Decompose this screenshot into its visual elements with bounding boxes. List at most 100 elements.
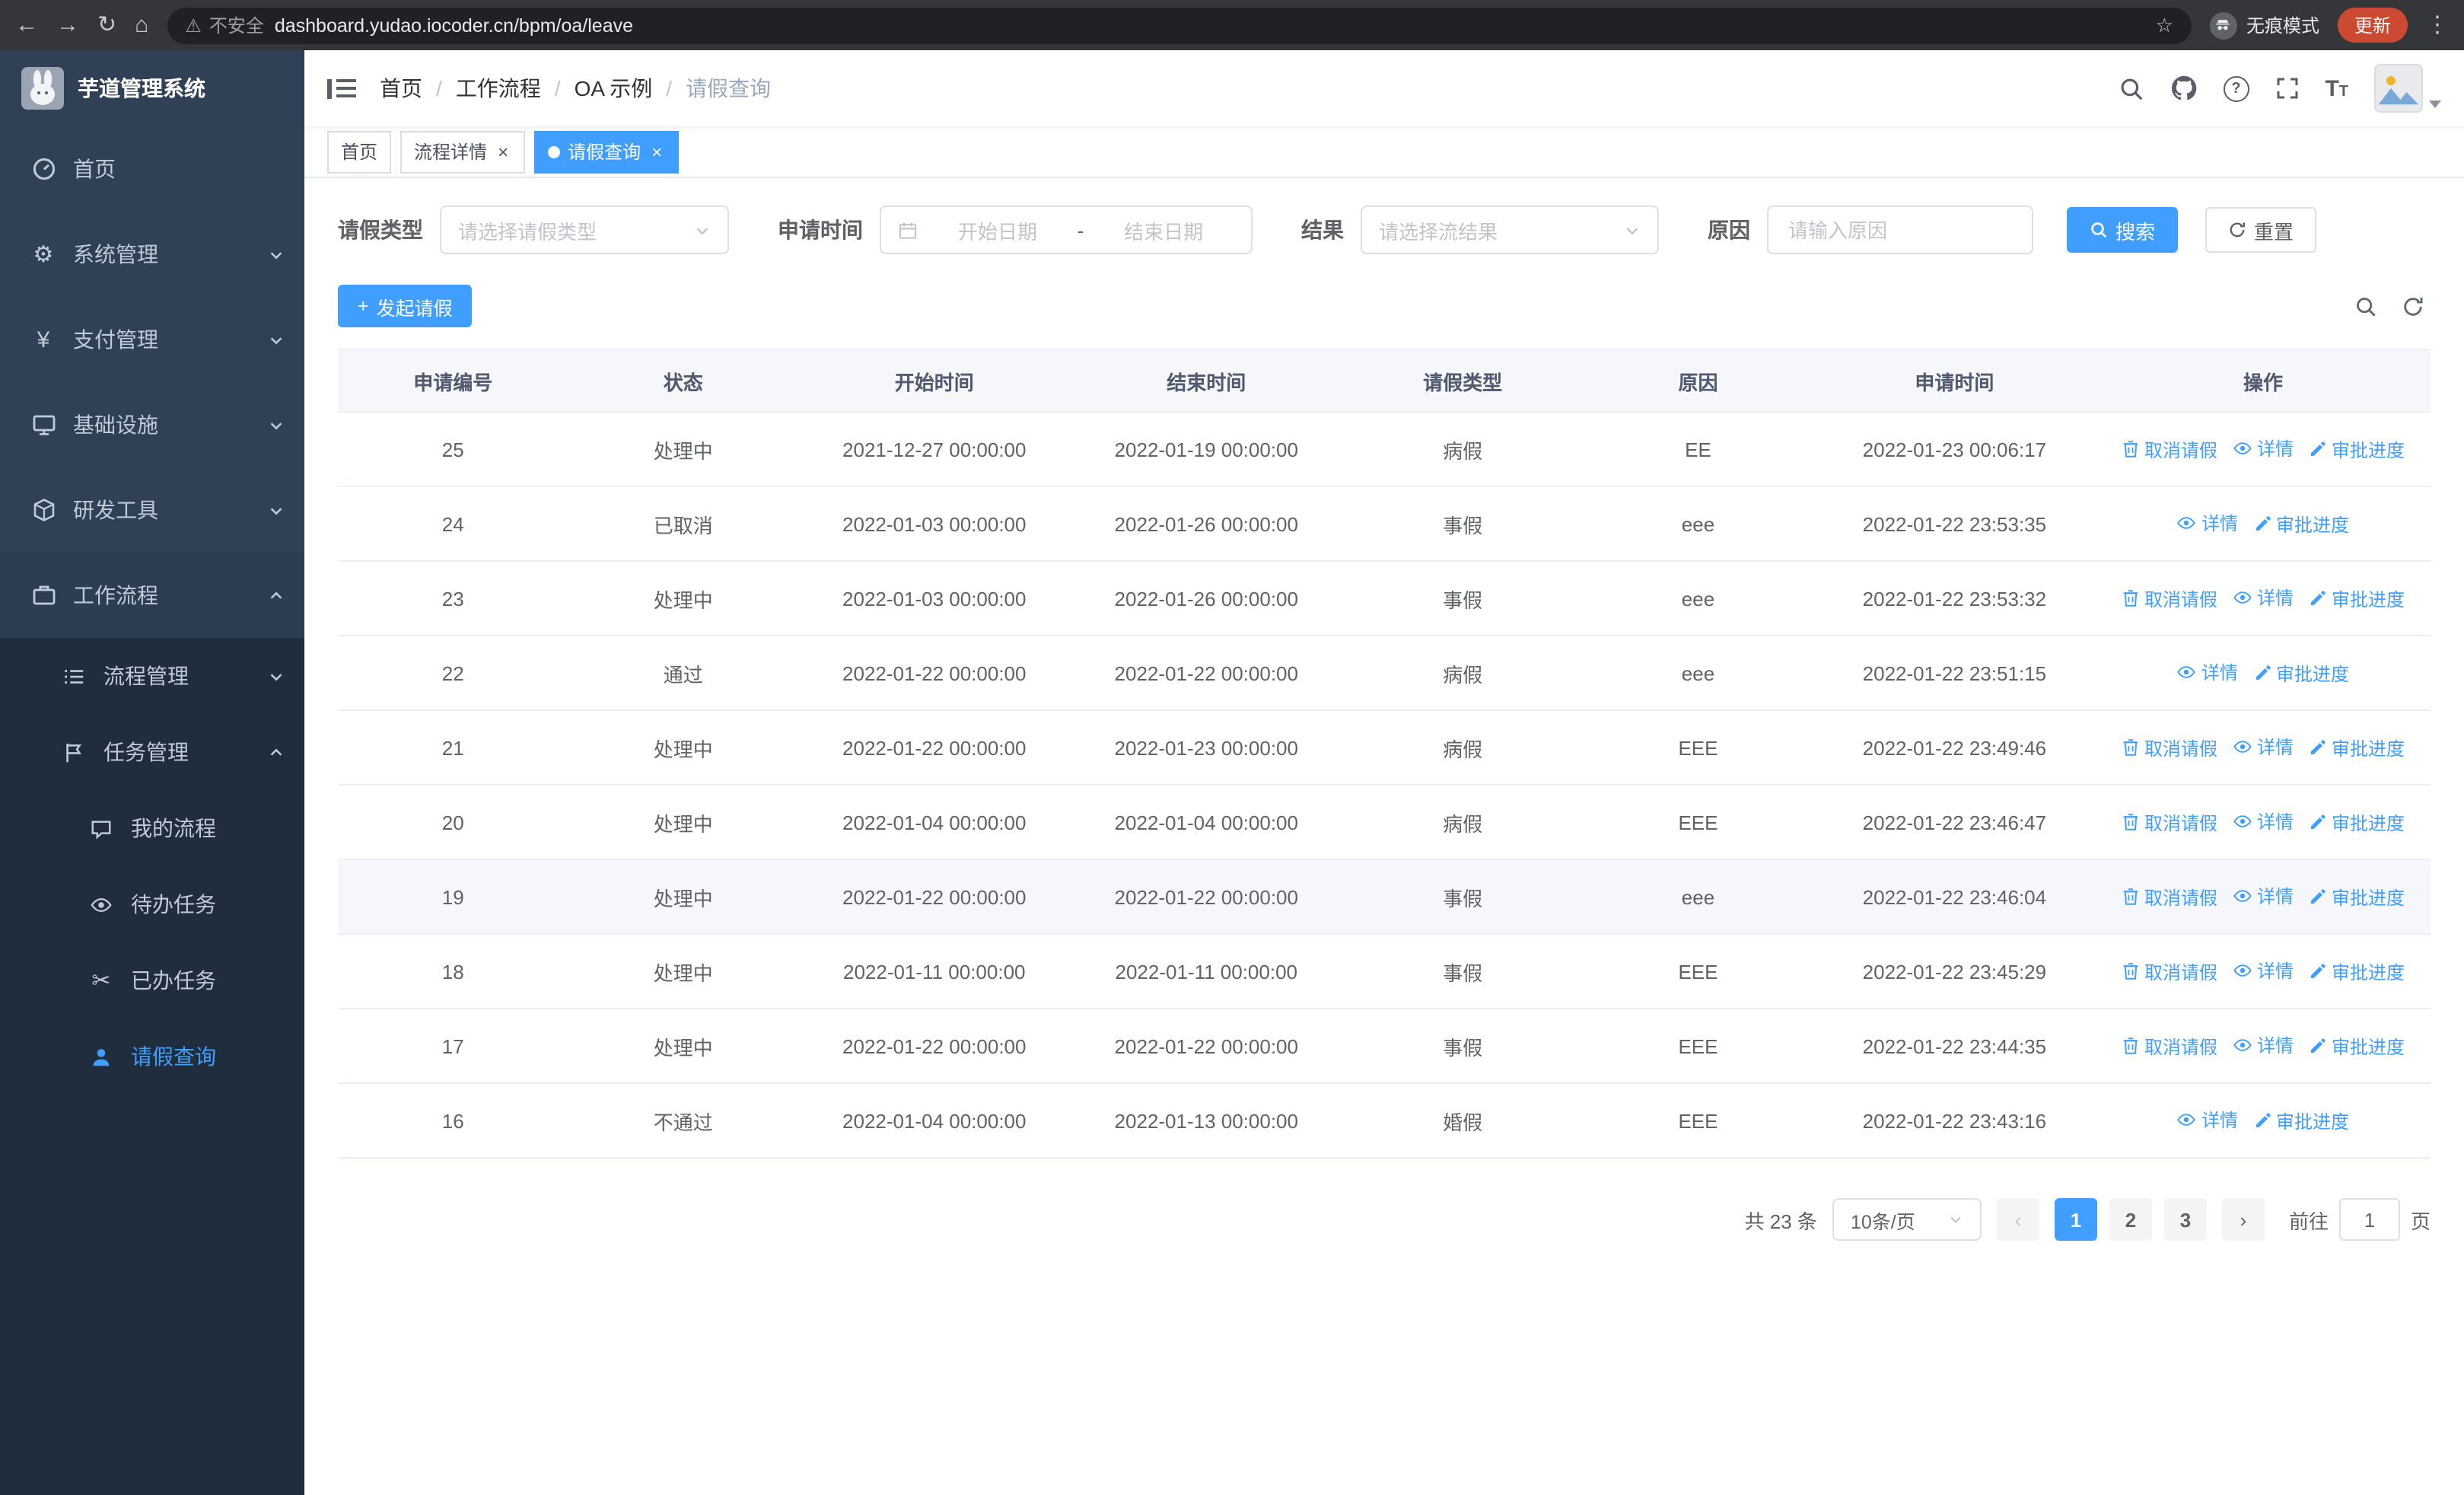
avatar[interactable] <box>2374 64 2423 113</box>
date-start-placeholder[interactable]: 开始日期 <box>927 215 1068 244</box>
sidebar-item-system[interactable]: ⚙ 系统管理 <box>0 212 304 297</box>
reason-input[interactable] <box>1785 217 2015 243</box>
tag-home[interactable]: 首页 <box>327 130 392 173</box>
cell-start-time: 2022-01-22 00:00:00 <box>798 710 1071 786</box>
tag-leave-query[interactable]: 请假查询 × <box>534 130 680 173</box>
action-cancel-link[interactable]: 取消请假 <box>2122 585 2217 611</box>
edit-icon <box>2309 888 2327 906</box>
page-button-3[interactable]: 3 <box>2163 1198 2207 1241</box>
page-button-1[interactable]: 1 <box>2054 1198 2097 1241</box>
action-detail-link[interactable]: 详情 <box>2233 734 2294 760</box>
search-icon[interactable] <box>2118 75 2144 101</box>
action-progress-link[interactable]: 审批进度 <box>2309 809 2405 835</box>
browser-back-icon[interactable]: ← <box>15 14 38 37</box>
reset-button[interactable]: 重置 <box>2205 207 2317 253</box>
sidebar-item-devtools[interactable]: 研发工具 <box>0 467 304 553</box>
breadcrumb-workflow[interactable]: 工作流程 <box>456 73 541 104</box>
browser-menu-icon[interactable]: ⋮ <box>2426 14 2449 37</box>
action-detail-link[interactable]: 详情 <box>2177 659 2238 685</box>
action-label: 详情 <box>2201 513 2238 534</box>
date-end-placeholder[interactable]: 结束日期 <box>1093 215 1234 244</box>
cell-id: 16 <box>338 1083 568 1159</box>
sidebar-item-my-process[interactable]: 我的流程 <box>0 790 304 866</box>
github-icon[interactable] <box>2170 75 2197 102</box>
action-label: 详情 <box>2201 662 2238 684</box>
action-cancel-link[interactable]: 取消请假 <box>2122 436 2217 462</box>
cell-reason: EEE <box>1583 785 1813 860</box>
bookmark-star-icon[interactable]: ☆ <box>2156 13 2173 37</box>
action-progress-link[interactable]: 审批进度 <box>2309 735 2405 760</box>
action-progress-link[interactable]: 审批进度 <box>2309 436 2405 462</box>
sidebar-item-workflow[interactable]: 工作流程 <box>0 553 304 638</box>
action-progress-link[interactable]: 审批进度 <box>2253 660 2349 686</box>
action-progress-link[interactable]: 审批进度 <box>2253 511 2349 537</box>
fullscreen-icon[interactable] <box>2275 76 2299 100</box>
tag-process-detail[interactable]: 流程详情 × <box>400 130 526 173</box>
font-size-icon[interactable]: TT <box>2325 75 2348 101</box>
page-button-2[interactable]: 2 <box>2109 1198 2152 1241</box>
breadcrumb-home[interactable]: 首页 <box>380 73 422 104</box>
action-cancel-link[interactable]: 取消请假 <box>2122 735 2217 760</box>
close-icon[interactable]: × <box>495 142 511 161</box>
action-progress-link[interactable]: 审批进度 <box>2309 884 2405 910</box>
sidebar-item-todo-tasks[interactable]: 待办任务 <box>0 866 304 942</box>
action-detail-link[interactable]: 详情 <box>2177 510 2238 536</box>
browser-update-button[interactable]: 更新 <box>2337 8 2408 43</box>
create-leave-button[interactable]: + 发起请假 <box>338 285 473 327</box>
chevron-down-icon <box>268 331 285 348</box>
action-cancel-link[interactable]: 取消请假 <box>2122 1033 2217 1059</box>
sidebar-fold-icon[interactable] <box>327 78 355 98</box>
sidebar-item-payment[interactable]: ¥ 支付管理 <box>0 297 304 382</box>
sidebar-item-infrastructure[interactable]: 基础设施 <box>0 382 304 467</box>
address-bar[interactable]: ⚠ 不安全 dashboard.yudao.iocoder.cn/bpm/oa/… <box>167 7 2192 43</box>
toggle-search-icon[interactable] <box>2354 295 2377 317</box>
goto-page-input[interactable] <box>2338 1198 2400 1241</box>
next-page-button[interactable]: › <box>2221 1198 2265 1241</box>
url-text[interactable]: dashboard.yudao.iocoder.cn/bpm/oa/leave <box>275 14 2145 36</box>
action-detail-link[interactable]: 详情 <box>2233 883 2294 909</box>
action-progress-link[interactable]: 审批进度 <box>2309 958 2405 984</box>
cell-apply-time: 2022-01-22 23:43:16 <box>1813 1083 2096 1159</box>
action-progress-link[interactable]: 审批进度 <box>2309 585 2405 611</box>
action-detail-link[interactable]: 详情 <box>2233 435 2294 461</box>
action-cancel-link[interactable]: 取消请假 <box>2122 809 2217 835</box>
cell-start-time: 2022-01-04 00:00:00 <box>798 1083 1071 1159</box>
sidebar-item-process-management[interactable]: 流程管理 <box>0 638 304 714</box>
sidebar-item-leave-query[interactable]: 请假查询 <box>0 1018 304 1095</box>
sidebar-logo[interactable]: 芋道管理系统 <box>0 50 304 126</box>
sidebar-item-home[interactable]: 首页 <box>0 126 304 212</box>
close-icon[interactable]: × <box>648 142 665 161</box>
action-detail-link[interactable]: 详情 <box>2233 1032 2294 1058</box>
breadcrumb-separator: / <box>666 76 673 100</box>
help-icon[interactable]: ? <box>2223 75 2249 101</box>
action-detail-link[interactable]: 详情 <box>2233 958 2294 983</box>
browser-home-icon[interactable]: ⌂ <box>135 14 148 37</box>
user-menu[interactable] <box>2374 64 2441 113</box>
sidebar-item-task-management[interactable]: 任务管理 <box>0 714 304 790</box>
leave-type-select[interactable]: 请选择请假类型 <box>440 206 729 254</box>
page-size-select[interactable]: 10条/页 <box>1832 1198 1982 1241</box>
breadcrumb-oa-example[interactable]: OA 示例 <box>575 73 653 104</box>
task-submenu: 我的流程 待办任务 ✂ 已办任务 请假查询 <box>0 790 304 1095</box>
action-progress-link[interactable]: 审批进度 <box>2309 1033 2405 1059</box>
search-button[interactable]: 搜索 <box>2067 207 2179 253</box>
prev-page-button[interactable]: ‹ <box>1996 1198 2039 1241</box>
action-cancel-link[interactable]: 取消请假 <box>2122 884 2217 910</box>
browser-forward-icon[interactable]: → <box>56 14 79 37</box>
reason-label: 原因 <box>1708 218 1750 242</box>
action-progress-link[interactable]: 审批进度 <box>2253 1108 2349 1133</box>
sidebar-item-done-tasks[interactable]: ✂ 已办任务 <box>0 942 304 1018</box>
eye-icon <box>2233 961 2252 980</box>
action-label: 审批进度 <box>2276 663 2350 684</box>
refresh-table-icon[interactable] <box>2402 295 2424 317</box>
result-select[interactable]: 请选择流结果 <box>1361 206 1659 254</box>
browser-reload-icon[interactable]: ↻ <box>97 14 116 37</box>
action-cancel-link[interactable]: 取消请假 <box>2122 958 2217 984</box>
cell-reason: eee <box>1583 636 1813 711</box>
action-detail-link[interactable]: 详情 <box>2177 1107 2238 1133</box>
action-detail-link[interactable]: 详情 <box>2233 808 2294 834</box>
security-warning[interactable]: ⚠ 不安全 <box>185 12 264 38</box>
action-detail-link[interactable]: 详情 <box>2233 585 2294 610</box>
action-label: 审批进度 <box>2332 588 2405 610</box>
date-range-picker[interactable]: 开始日期 - 结束日期 <box>880 206 1253 254</box>
